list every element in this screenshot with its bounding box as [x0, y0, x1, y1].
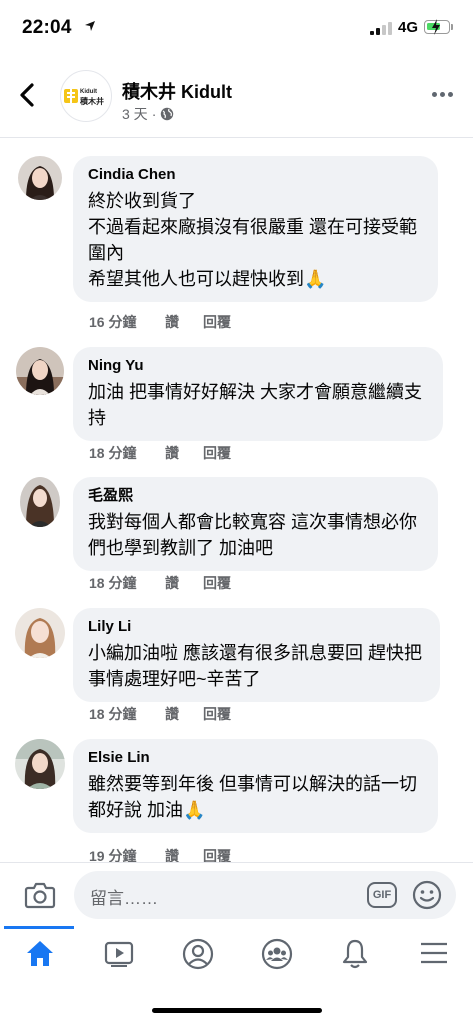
globe-icon [161, 107, 174, 121]
home-indicator[interactable] [152, 1008, 322, 1013]
reply-button[interactable]: 回覆 [203, 573, 231, 593]
reply-button[interactable]: 回覆 [203, 443, 231, 463]
back-chevron-icon[interactable] [18, 82, 36, 108]
comment-bubble[interactable]: Elsie Lin 雖然要等到年後 但事情可以解決的話一切都好說 加油🙏 [73, 739, 438, 833]
like-button[interactable]: 讚 [165, 704, 203, 724]
comment-actions: 16 分鐘 讚 回覆 [89, 312, 231, 332]
gif-icon[interactable]: GIF [367, 882, 397, 908]
page-avatar[interactable]: Kidult 積木井 [60, 70, 112, 122]
signal-icon [370, 22, 392, 35]
reply-button[interactable]: 回覆 [203, 704, 231, 724]
like-button[interactable]: 讚 [165, 846, 203, 862]
comment-actions: 19 分鐘 讚 回覆 [89, 846, 231, 862]
more-options-icon[interactable] [432, 92, 453, 97]
avatar[interactable] [15, 608, 65, 658]
reply-button[interactable]: 回覆 [203, 846, 231, 862]
logo-text-en: Kidult [80, 89, 97, 95]
post-header: Kidult 積木井 積木井 Kidult 3 天 · [0, 56, 473, 138]
comment-bubble[interactable]: Cindia Chen 終於收到貨了 不過看起來廠損沒有很嚴重 還在可接受範圍內… [73, 156, 438, 302]
post-meta: 3 天 · [122, 104, 174, 124]
comment-actions: 18 分鐘 讚 回覆 [89, 443, 231, 463]
location-arrow-icon [85, 21, 95, 31]
comment-text: 雖然要等到年後 但事情可以解決的話一切都好說 加油🙏 [88, 774, 417, 820]
commenter-name[interactable]: 毛盈熙 [88, 487, 424, 505]
commenter-name[interactable]: Cindia Chen [88, 166, 424, 184]
comment-bubble[interactable]: Ning Yu 加油 把事情好好解決 大家才會願意繼續支持 [73, 347, 443, 441]
comment-list: Cindia Chen 終於收到貨了 不過看起來廠損沒有很嚴重 還在可接受範圍內… [0, 138, 473, 862]
comment-text: 我對每個人都會比較寬容 這次事情想必你們也學到教訓了 加油吧 [88, 512, 417, 558]
comment-time: 18 分鐘 [89, 575, 137, 591]
charging-bolt-icon [432, 19, 440, 35]
bottom-tab-bar [0, 926, 473, 986]
commenter-name[interactable]: Lily Li [88, 618, 426, 636]
comment-text: 小編加油啦 應該還有很多訊息要回 趕快把事情處理好吧~辛苦了 [88, 643, 423, 689]
video-icon [104, 941, 134, 967]
network-type: 4G [398, 19, 419, 36]
reply-button[interactable]: 回覆 [203, 312, 231, 332]
home-icon [27, 941, 53, 966]
comment-time: 19 分鐘 [89, 848, 137, 862]
like-button[interactable]: 讚 [165, 443, 203, 463]
comment-actions: 18 分鐘 讚 回覆 [89, 704, 231, 724]
tab-groups[interactable] [236, 926, 314, 986]
kidult-logo-icon [64, 89, 78, 103]
like-button[interactable]: 讚 [165, 573, 203, 593]
camera-icon[interactable] [24, 881, 56, 909]
avatar[interactable] [16, 347, 64, 395]
commenter-name[interactable]: Ning Yu [88, 357, 429, 375]
comment-bubble[interactable]: Lily Li 小編加油啦 應該還有很多訊息要回 趕快把事情處理好吧~辛苦了 [73, 608, 440, 702]
comment-bubble[interactable]: 毛盈熙 我對每個人都會比較寬容 這次事情想必你們也學到教訓了 加油吧 [73, 477, 438, 571]
comment-time: 18 分鐘 [89, 706, 137, 722]
comment-actions: 18 分鐘 讚 回覆 [89, 573, 231, 593]
emoji-icon[interactable] [412, 880, 442, 910]
status-bar: 22:04 4G [0, 0, 473, 56]
tab-home[interactable] [0, 926, 78, 986]
tab-profile[interactable] [157, 926, 235, 986]
groups-icon [261, 938, 293, 970]
tab-notifications[interactable] [315, 926, 393, 986]
like-button[interactable]: 讚 [165, 312, 203, 332]
meta-separator: · [151, 106, 157, 122]
comment-text: 加油 把事情好好解決 大家才會願意繼續支持 [88, 382, 423, 428]
post-age: 3 天 [122, 106, 148, 122]
logo-text-zh: 積木井 [80, 97, 104, 106]
page-name[interactable]: 積木井 Kidult [122, 78, 232, 104]
avatar[interactable] [18, 156, 62, 200]
comment-input[interactable]: 留言…… GIF [74, 871, 456, 919]
commenter-name[interactable]: Elsie Lin [88, 749, 424, 767]
tab-watch[interactable] [78, 926, 156, 986]
tab-menu[interactable] [394, 926, 472, 986]
comment-time: 18 分鐘 [89, 445, 137, 461]
profile-icon [182, 938, 214, 970]
avatar[interactable] [20, 477, 60, 527]
menu-icon [421, 942, 447, 964]
comment-time: 16 分鐘 [89, 314, 137, 330]
bell-icon [342, 939, 368, 969]
comment-text: 終於收到貨了 不過看起來廠損沒有很嚴重 還在可接受範圍內 希望其他人也可以趕快收… [88, 191, 417, 289]
comment-composer: 留言…… GIF [0, 862, 473, 926]
status-time: 22:04 [22, 17, 72, 38]
avatar[interactable] [15, 739, 65, 789]
active-tab-indicator [4, 926, 74, 929]
comment-placeholder: 留言…… [90, 889, 158, 908]
